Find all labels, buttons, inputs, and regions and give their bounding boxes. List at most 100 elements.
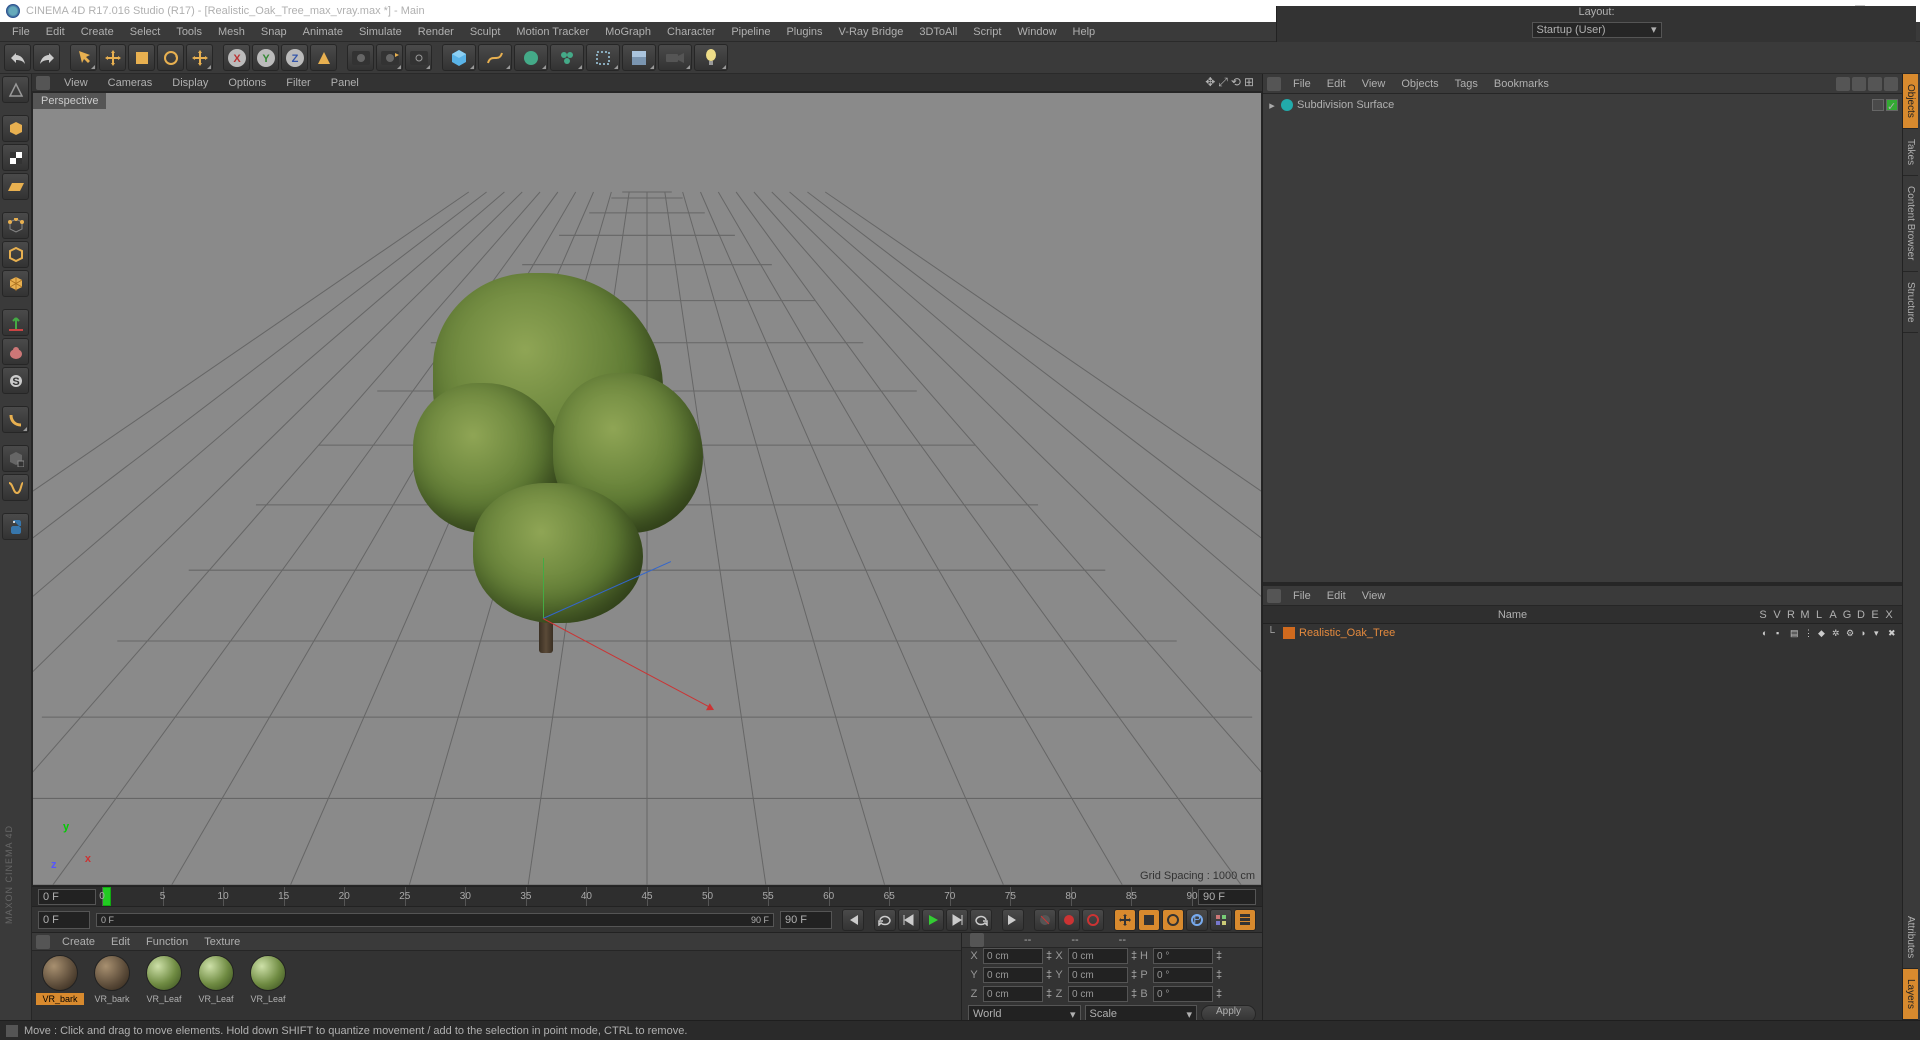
axis-tool[interactable] — [2, 309, 29, 336]
viewmenu-display[interactable]: Display — [162, 75, 218, 91]
objmenu-bookmarks[interactable]: Bookmarks — [1486, 76, 1557, 92]
loop-button[interactable] — [874, 909, 896, 931]
layer-row[interactable]: └ Realistic_Oak_Tree ◐ ▪ ▤ ⋮ ◆ ✲ ⚙ ◑ ▾ ✖ — [1263, 624, 1902, 642]
obj-path-icon[interactable] — [1884, 77, 1898, 91]
material-1[interactable]: VR_bark — [88, 955, 136, 1005]
vtab-objects[interactable]: Objects — [1903, 74, 1918, 129]
key-param-icon[interactable]: P — [1186, 909, 1208, 931]
frame-fwd-button[interactable] — [946, 909, 968, 931]
autokey-button[interactable] — [1082, 909, 1104, 931]
select-tool[interactable] — [70, 44, 97, 71]
current-frame-field[interactable]: 0 F — [38, 911, 90, 929]
menu-animate[interactable]: Animate — [295, 24, 351, 40]
workplane-mode[interactable] — [2, 173, 29, 200]
size-y-input[interactable] — [1068, 967, 1128, 983]
coord-grip-icon[interactable] — [970, 933, 984, 947]
perspective-viewport[interactable]: Perspective yxz Grid Spacing : 1000 cm — [32, 92, 1262, 886]
render-pv[interactable] — [376, 44, 403, 71]
y-axis-lock[interactable]: Y — [252, 44, 279, 71]
matmenu-edit[interactable]: Edit — [103, 934, 138, 950]
last-tool[interactable] — [186, 44, 213, 71]
object-row[interactable]: ▸ Subdivision Surface ✓ — [1267, 96, 1898, 114]
vtab-structure[interactable]: Structure — [1903, 272, 1918, 334]
play-button[interactable] — [922, 909, 944, 931]
maximize-view-icon[interactable]: ⊞ — [1244, 75, 1254, 90]
objmenu-objects[interactable]: Objects — [1393, 76, 1446, 92]
oak-tree-object[interactable] — [403, 253, 693, 653]
loop-fwd-button[interactable] — [970, 909, 992, 931]
rot-h-input[interactable] — [1153, 948, 1213, 964]
menu-script[interactable]: Script — [965, 24, 1009, 40]
key-rotate-icon[interactable] — [1162, 909, 1184, 931]
pos-x-input[interactable] — [983, 948, 1043, 964]
layer-e-icon[interactable]: ▾ — [1874, 628, 1884, 638]
layer-col-d[interactable]: D — [1854, 609, 1868, 621]
menu-simulate[interactable]: Simulate — [351, 24, 410, 40]
render-view[interactable] — [347, 44, 374, 71]
menu-mograph[interactable]: MoGraph — [597, 24, 659, 40]
layer-name[interactable]: Realistic_Oak_Tree — [1299, 627, 1395, 639]
key-scale-icon[interactable] — [1138, 909, 1160, 931]
layer-d-icon[interactable]: ◑ — [1860, 628, 1870, 638]
objmenu-edit[interactable]: Edit — [1319, 76, 1354, 92]
layer-col-r[interactable]: R — [1784, 609, 1798, 621]
visibility-tag[interactable] — [1872, 99, 1884, 111]
menu-3dtoall[interactable]: 3DToAll — [911, 24, 965, 40]
layer-g-icon[interactable]: ⚙ — [1846, 628, 1856, 638]
layer-color-swatch[interactable] — [1283, 627, 1295, 639]
rotate-view-icon[interactable]: ⟲ — [1231, 75, 1241, 90]
pos-y-input[interactable] — [983, 967, 1043, 983]
timeline-start-field[interactable]: 0 F — [38, 889, 96, 905]
menu-sculpt[interactable]: Sculpt — [462, 24, 509, 40]
menu-create[interactable]: Create — [73, 24, 122, 40]
expand-icon[interactable]: ▸ — [1267, 99, 1277, 112]
objmenu-file[interactable]: File — [1285, 76, 1319, 92]
point-mode[interactable] — [2, 212, 29, 239]
snap-toggle[interactable]: S — [2, 367, 29, 394]
viewmenu-filter[interactable]: Filter — [276, 75, 320, 91]
material-grip-icon[interactable] — [36, 935, 50, 949]
attrmenu-file[interactable]: File — [1285, 588, 1319, 604]
obj-filter-icon[interactable] — [1868, 77, 1882, 91]
layer-v-icon[interactable]: ▪ — [1776, 628, 1786, 638]
goto-end-button[interactable] — [1002, 909, 1024, 931]
frame-back-button[interactable] — [898, 909, 920, 931]
layer-col-l[interactable]: L — [1812, 609, 1826, 621]
objmenu-view[interactable]: View — [1354, 76, 1394, 92]
undo-button[interactable] — [4, 44, 31, 71]
viewmenu-cameras[interactable]: Cameras — [98, 75, 163, 91]
add-cube[interactable] — [442, 44, 476, 71]
material-4[interactable]: VR_Leaf — [244, 955, 292, 1005]
enable-tag[interactable]: ✓ — [1886, 99, 1898, 111]
menu-character[interactable]: Character — [659, 24, 723, 40]
menu-help[interactable]: Help — [1065, 24, 1104, 40]
vtab-attributes[interactable]: Attributes — [1903, 906, 1918, 969]
layer-a-icon[interactable]: ✲ — [1832, 628, 1842, 638]
menu-window[interactable]: Window — [1009, 24, 1064, 40]
viewmenu-options[interactable]: Options — [218, 75, 276, 91]
add-deformer[interactable] — [586, 44, 620, 71]
layer-l-icon[interactable]: ◆ — [1818, 628, 1828, 638]
attr-grip-icon[interactable] — [1267, 589, 1281, 603]
scale-tool[interactable] — [128, 44, 155, 71]
end-frame-field[interactable]: 90 F — [780, 911, 832, 929]
vtab-layers[interactable]: Layers — [1903, 969, 1918, 1020]
menu-edit[interactable]: Edit — [38, 24, 73, 40]
make-editable[interactable] — [2, 76, 29, 103]
viewmenu-panel[interactable]: Panel — [321, 75, 369, 91]
layer-col-v[interactable]: V — [1770, 609, 1784, 621]
menu-mesh[interactable]: Mesh — [210, 24, 253, 40]
keyframe-options[interactable] — [1234, 909, 1256, 931]
add-generator[interactable] — [514, 44, 548, 71]
record-disabled-icon[interactable] — [1034, 909, 1056, 931]
layer-col-name[interactable]: Name — [1269, 609, 1756, 621]
size-z-input[interactable] — [1068, 986, 1128, 1002]
menu-file[interactable]: File — [4, 24, 38, 40]
layer-col-x[interactable]: X — [1882, 609, 1896, 621]
menu-plugins[interactable]: Plugins — [778, 24, 830, 40]
viewmenu-view[interactable]: View — [54, 75, 98, 91]
pan-view-icon[interactable]: ✥ — [1205, 75, 1215, 90]
xray-mode[interactable] — [2, 445, 29, 472]
texture-mode[interactable] — [2, 144, 29, 171]
matmenu-texture[interactable]: Texture — [196, 934, 248, 950]
